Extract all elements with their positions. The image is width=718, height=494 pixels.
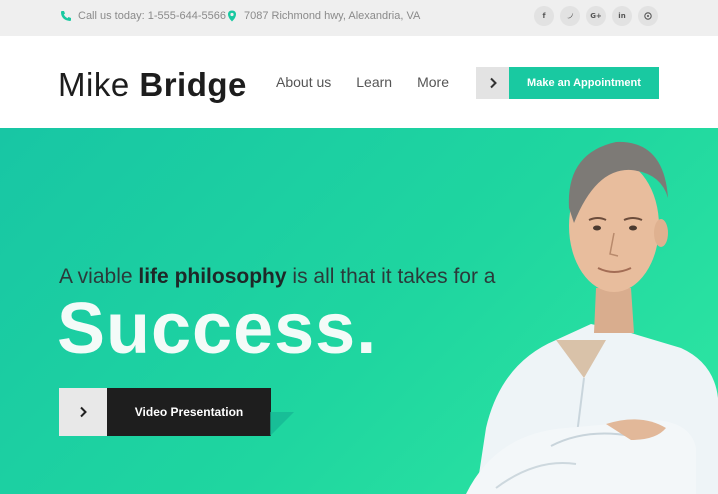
video-presentation-label: Video Presentation [107,388,271,436]
nav-item-about[interactable]: About us [276,74,331,90]
logo-last-name: Bridge [139,66,247,103]
hero-section: A viable life philosophy is all that it … [0,128,718,494]
phone-icon [61,11,71,21]
contact-address: 7087 Richmond hwy, Alexandria, VA [226,10,420,22]
site-header: Mike Bridge About us Learn More Make an … [0,36,718,128]
facebook-icon[interactable]: f [534,6,554,26]
nav-item-more[interactable]: More [417,74,449,90]
linkedin-icon[interactable]: in [612,6,632,26]
person-photo [466,141,718,494]
pinterest-icon[interactable] [638,6,658,26]
video-presentation-button[interactable]: Video Presentation [59,388,271,436]
top-bar: Call us today: 1-555-644-5566 7087 Richm… [0,0,718,36]
address-text: 7087 Richmond hwy, Alexandria, VA [244,10,421,22]
site-logo[interactable]: Mike Bridge [58,66,247,104]
appointment-button[interactable]: Make an Appointment [476,67,659,99]
hero-tagline: A viable life philosophy is all that it … [59,265,496,289]
button-shadow [270,412,294,436]
appointment-label: Make an Appointment [509,67,659,99]
chevron-right-icon [476,67,509,99]
tagline-emphasis: life philosophy [138,265,287,288]
google-plus-icon[interactable]: G+ [586,6,606,26]
social-links: f G+ in [534,6,658,26]
main-nav: About us Learn More [276,74,449,90]
phone-text: Call us today: 1-555-644-5566 [78,10,226,22]
tagline-start: A viable [59,265,139,288]
twitter-icon[interactable] [560,6,580,26]
location-pin-icon [228,10,236,22]
chevron-right-icon [59,388,107,436]
logo-first-name: Mike [58,66,130,103]
hero-headline: Success. [57,289,378,369]
contact-phone: Call us today: 1-555-644-5566 [60,10,226,22]
nav-item-learn[interactable]: Learn [356,74,392,90]
